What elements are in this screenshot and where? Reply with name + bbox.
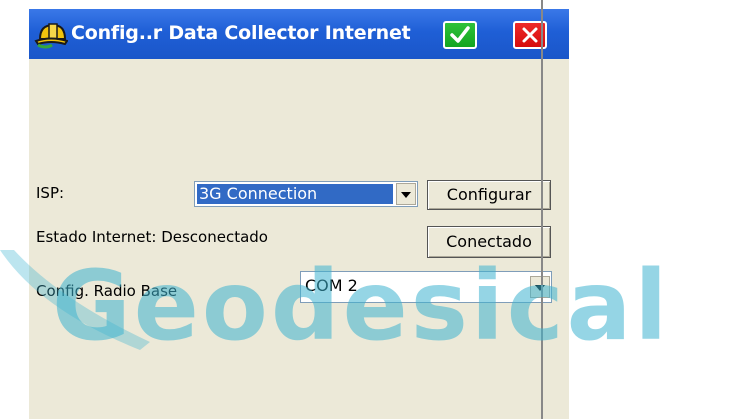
ok-button[interactable] (443, 21, 477, 49)
config-dialog: Config..r Data Collector Internet ISP: 3… (29, 9, 569, 419)
configure-button[interactable]: Configurar (427, 180, 551, 210)
window-title: Config..r Data Collector Internet (71, 22, 411, 44)
hardhat-icon (34, 19, 69, 51)
isp-select[interactable]: 3G Connection (194, 181, 418, 207)
radio-base-select[interactable]: COM 2 (300, 271, 552, 303)
window-border (541, 0, 543, 419)
chevron-down-icon[interactable] (530, 276, 550, 298)
connect-button[interactable]: Conectado (427, 226, 551, 258)
radio-base-select-value: COM 2 (305, 276, 358, 295)
isp-select-value: 3G Connection (197, 184, 393, 204)
internet-status-text: Estado Internet: Desconectado (36, 228, 268, 246)
check-icon (450, 26, 470, 43)
title-bar: Config..r Data Collector Internet (29, 9, 569, 59)
isp-label: ISP: (36, 184, 65, 202)
radio-base-label: Config. Radio Base (36, 282, 178, 300)
chevron-down-icon[interactable] (396, 183, 416, 205)
